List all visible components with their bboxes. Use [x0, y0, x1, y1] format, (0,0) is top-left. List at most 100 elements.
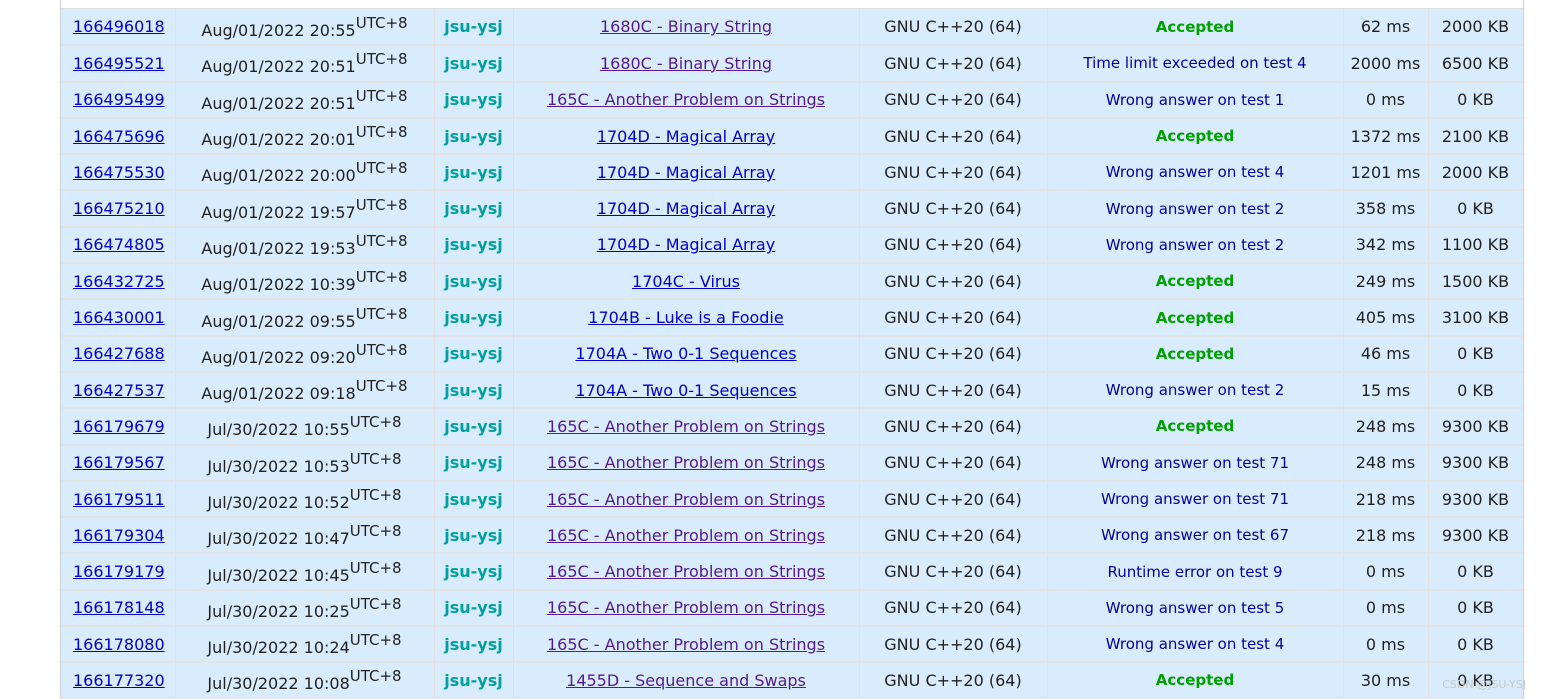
- submission-id-link[interactable]: 166432725: [73, 272, 165, 291]
- author-handle[interactable]: jsu-ysj: [444, 272, 502, 291]
- verdict-cell[interactable]: Accepted: [1047, 117, 1344, 156]
- author-cell[interactable]: jsu-ysj: [434, 335, 514, 373]
- author-cell[interactable]: jsu-ysj: [434, 553, 514, 591]
- author-cell[interactable]: jsu-ysj: [434, 626, 514, 664]
- problem-link[interactable]: 1704B - Luke is a Foodie: [588, 308, 783, 327]
- verdict-label[interactable]: Wrong answer on test 2: [1106, 381, 1284, 399]
- author-cell[interactable]: jsu-ysj: [434, 9, 514, 47]
- author-handle[interactable]: jsu-ysj: [444, 17, 502, 36]
- author-handle[interactable]: jsu-ysj: [444, 526, 502, 545]
- author-cell[interactable]: jsu-ysj: [434, 371, 514, 410]
- author-cell[interactable]: jsu-ysj: [434, 299, 514, 337]
- problem-link[interactable]: 165C - Another Problem on Strings: [547, 417, 825, 436]
- submission-id-link[interactable]: 166178080: [73, 635, 165, 654]
- author-handle[interactable]: jsu-ysj: [444, 598, 502, 617]
- problem-link[interactable]: 1680C - Binary String: [600, 54, 772, 73]
- submission-id-link[interactable]: 166495499: [73, 90, 165, 109]
- problem-link[interactable]: 165C - Another Problem on Strings: [547, 453, 825, 472]
- problem-link[interactable]: 1704D - Magical Array: [597, 199, 775, 218]
- author-cell[interactable]: jsu-ysj: [434, 190, 514, 228]
- submission-id-link[interactable]: 166496018: [73, 17, 165, 36]
- verdict-cell[interactable]: Wrong answer on test 2: [1047, 226, 1344, 265]
- author-handle[interactable]: jsu-ysj: [444, 635, 502, 654]
- author-cell[interactable]: jsu-ysj: [434, 226, 514, 265]
- problem-link[interactable]: 1704C - Virus: [632, 272, 740, 291]
- verdict-label[interactable]: Accepted: [1156, 272, 1234, 290]
- submission-id-link[interactable]: 166475210: [73, 199, 165, 218]
- submission-id-link[interactable]: 166475696: [73, 127, 165, 146]
- verdict-label[interactable]: Accepted: [1156, 18, 1234, 36]
- problem-link[interactable]: 165C - Another Problem on Strings: [547, 562, 825, 581]
- verdict-cell[interactable]: Wrong answer on test 2: [1047, 371, 1344, 410]
- problem-link[interactable]: 1704A - Two 0-1 Sequences: [575, 344, 796, 363]
- author-cell[interactable]: jsu-ysj: [434, 480, 514, 519]
- submission-id-link[interactable]: 166179679: [73, 417, 165, 436]
- verdict-cell[interactable]: Wrong answer on test 5: [1047, 589, 1344, 628]
- verdict-cell[interactable]: Accepted: [1047, 9, 1344, 47]
- verdict-label[interactable]: Wrong answer on test 4: [1106, 635, 1284, 653]
- author-handle[interactable]: jsu-ysj: [444, 381, 502, 400]
- verdict-label[interactable]: Wrong answer on test 2: [1106, 200, 1284, 218]
- verdict-cell[interactable]: Wrong answer on test 71: [1047, 444, 1344, 482]
- submission-id-link[interactable]: 166474805: [73, 235, 165, 254]
- author-cell[interactable]: jsu-ysj: [434, 589, 514, 628]
- submission-id-link[interactable]: 166427688: [73, 344, 165, 363]
- author-cell[interactable]: jsu-ysj: [434, 154, 514, 192]
- verdict-label[interactable]: Wrong answer on test 2: [1106, 236, 1284, 254]
- verdict-label[interactable]: Wrong answer on test 67: [1101, 526, 1289, 544]
- verdict-cell[interactable]: Time limit exceeded on test 4: [1047, 45, 1344, 83]
- author-cell[interactable]: jsu-ysj: [434, 45, 514, 83]
- verdict-label[interactable]: Wrong answer on test 4: [1106, 163, 1284, 181]
- author-handle[interactable]: jsu-ysj: [444, 344, 502, 363]
- verdict-label[interactable]: Runtime error on test 9: [1107, 563, 1282, 581]
- author-handle[interactable]: jsu-ysj: [444, 308, 502, 327]
- verdict-label[interactable]: Accepted: [1156, 417, 1234, 435]
- problem-link[interactable]: 165C - Another Problem on Strings: [547, 635, 825, 654]
- author-handle[interactable]: jsu-ysj: [444, 453, 502, 472]
- author-handle[interactable]: jsu-ysj: [444, 562, 502, 581]
- author-handle[interactable]: jsu-ysj: [444, 54, 502, 73]
- verdict-cell[interactable]: Wrong answer on test 2: [1047, 190, 1344, 228]
- verdict-cell[interactable]: Wrong answer on test 71: [1047, 480, 1344, 519]
- author-cell[interactable]: jsu-ysj: [434, 117, 514, 156]
- verdict-cell[interactable]: Accepted: [1047, 662, 1344, 699]
- verdict-cell[interactable]: Wrong answer on test 1: [1047, 81, 1344, 119]
- author-handle[interactable]: jsu-ysj: [444, 163, 502, 182]
- submission-id-link[interactable]: 166430001: [73, 308, 165, 327]
- problem-link[interactable]: 165C - Another Problem on Strings: [547, 490, 825, 509]
- problem-link[interactable]: 1704D - Magical Array: [597, 235, 775, 254]
- verdict-label[interactable]: Accepted: [1156, 309, 1234, 327]
- submission-id-link[interactable]: 166177320: [73, 671, 165, 690]
- verdict-label[interactable]: Wrong answer on test 71: [1101, 490, 1289, 508]
- verdict-cell[interactable]: Wrong answer on test 4: [1047, 154, 1344, 192]
- author-cell[interactable]: jsu-ysj: [434, 81, 514, 119]
- author-handle[interactable]: jsu-ysj: [444, 671, 502, 690]
- problem-link[interactable]: 1455D - Sequence and Swaps: [566, 671, 806, 690]
- verdict-label[interactable]: Accepted: [1156, 671, 1234, 689]
- problem-link[interactable]: 165C - Another Problem on Strings: [547, 598, 825, 617]
- submission-id-link[interactable]: 166475530: [73, 163, 165, 182]
- verdict-label[interactable]: Accepted: [1156, 345, 1234, 363]
- problem-link[interactable]: 1704D - Magical Array: [597, 127, 775, 146]
- verdict-cell[interactable]: Runtime error on test 9: [1047, 553, 1344, 591]
- problem-link[interactable]: 165C - Another Problem on Strings: [547, 526, 825, 545]
- author-handle[interactable]: jsu-ysj: [444, 199, 502, 218]
- problem-link[interactable]: 1704A - Two 0-1 Sequences: [575, 381, 796, 400]
- problem-link[interactable]: 1704D - Magical Array: [597, 163, 775, 182]
- author-cell[interactable]: jsu-ysj: [434, 517, 514, 555]
- author-handle[interactable]: jsu-ysj: [444, 90, 502, 109]
- verdict-cell[interactable]: Accepted: [1047, 408, 1344, 446]
- problem-link[interactable]: 1680C - Binary String: [600, 17, 772, 36]
- submission-id-link[interactable]: 166179179: [73, 562, 165, 581]
- submission-id-link[interactable]: 166495521: [73, 54, 165, 73]
- author-cell[interactable]: jsu-ysj: [434, 662, 514, 699]
- verdict-label[interactable]: Wrong answer on test 71: [1101, 454, 1289, 472]
- verdict-cell[interactable]: Accepted: [1047, 263, 1344, 301]
- author-cell[interactable]: jsu-ysj: [434, 444, 514, 482]
- verdict-label[interactable]: Time limit exceeded on test 4: [1083, 54, 1306, 72]
- submission-id-link[interactable]: 166427537: [73, 381, 165, 400]
- author-cell[interactable]: jsu-ysj: [434, 408, 514, 446]
- submission-id-link[interactable]: 166179567: [73, 453, 165, 472]
- verdict-cell[interactable]: Accepted: [1047, 335, 1344, 373]
- verdict-label[interactable]: Wrong answer on test 1: [1106, 91, 1284, 109]
